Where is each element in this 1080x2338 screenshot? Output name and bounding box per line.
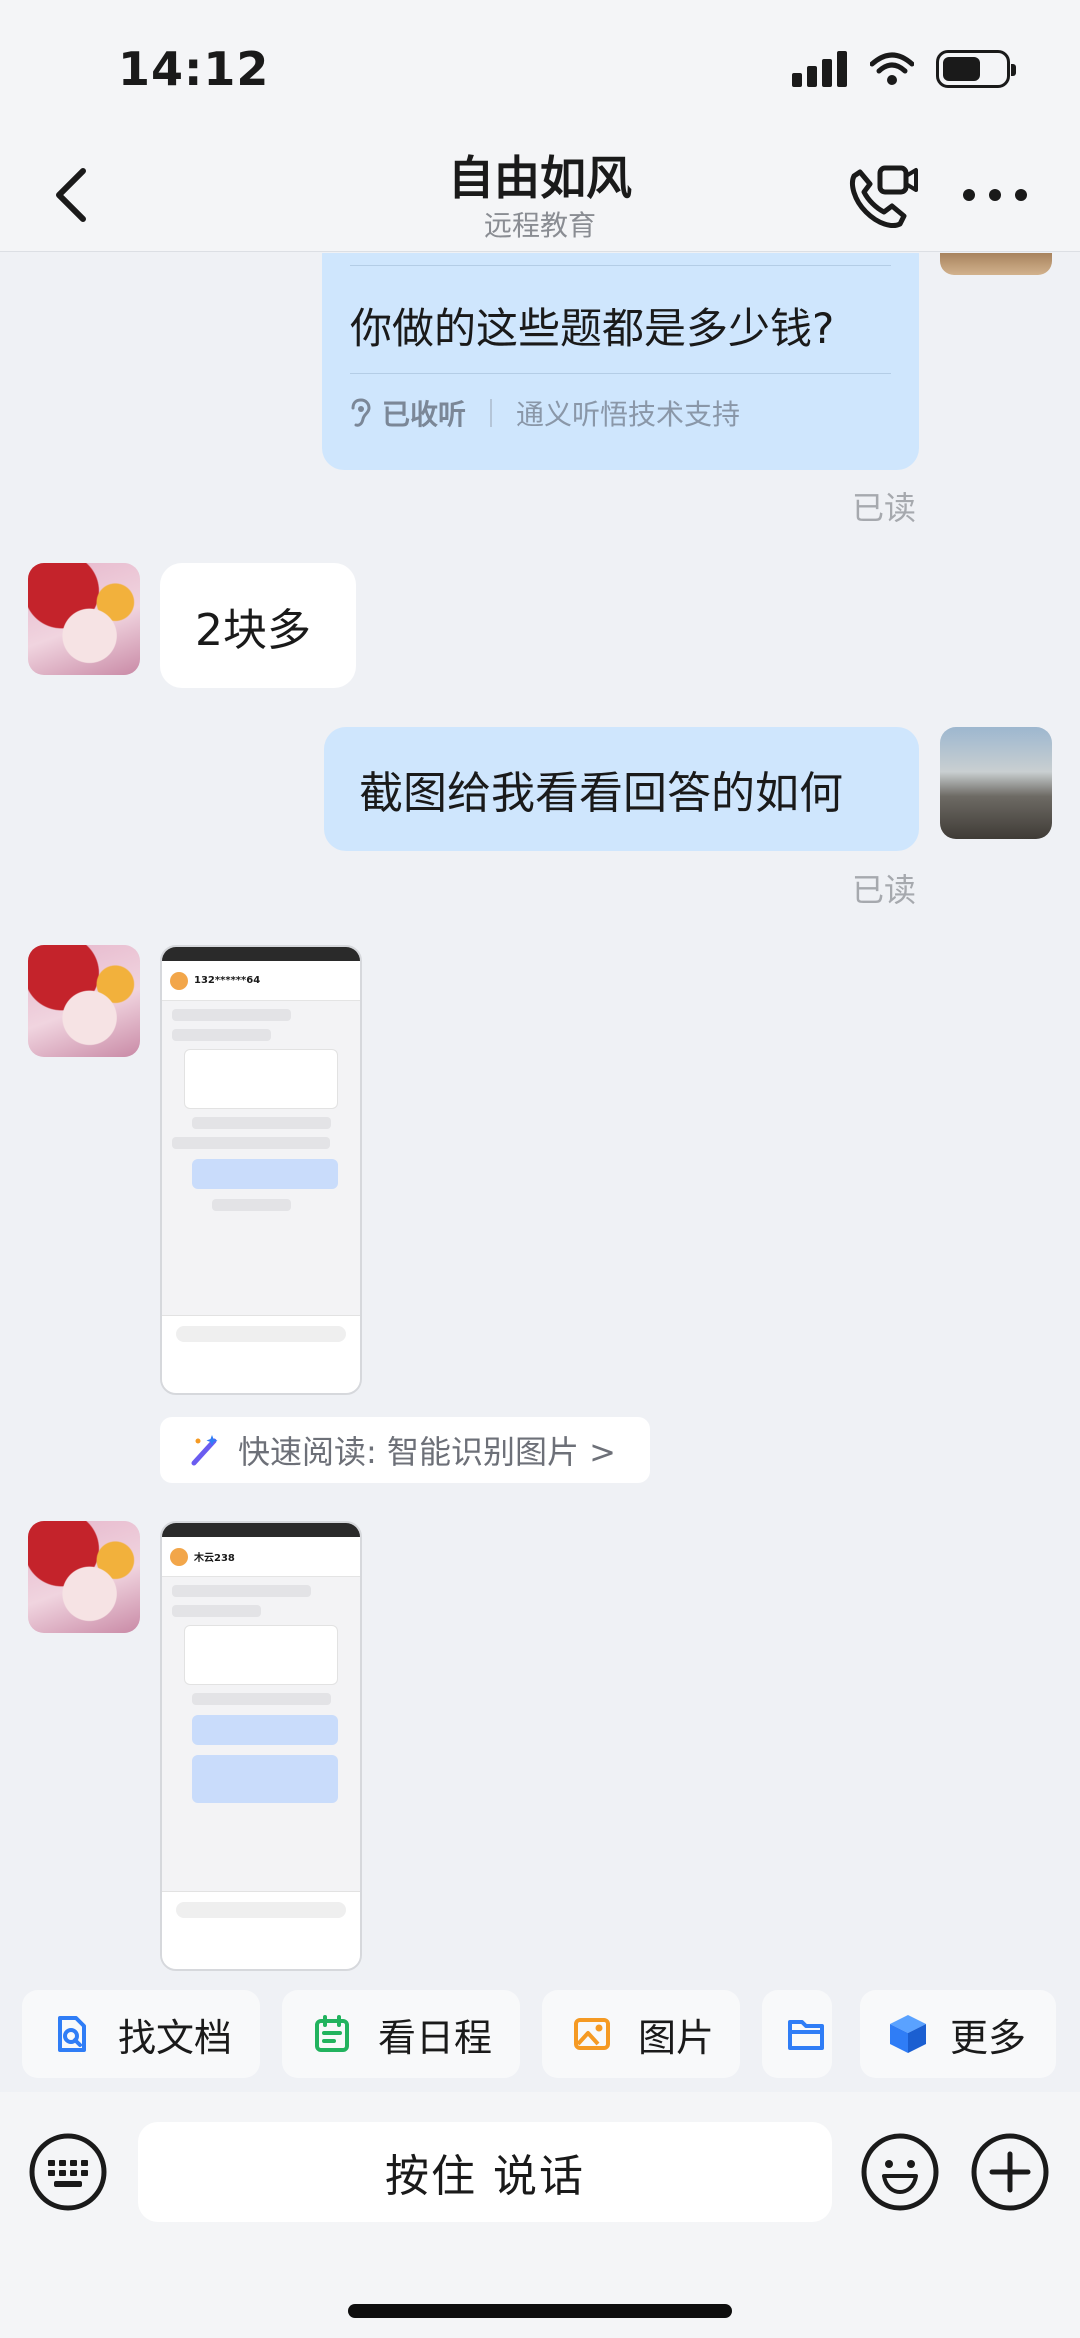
my-avatar-partial[interactable] bbox=[940, 253, 1052, 275]
message-text: 截图给我看看回答的如何 bbox=[359, 768, 843, 819]
quick-action-find-doc[interactable]: 找文档 bbox=[22, 1990, 260, 2078]
shot-line bbox=[172, 1137, 331, 1149]
quick-action-label: 看日程 bbox=[378, 2015, 493, 2060]
quick-action-label: 图片 bbox=[638, 2015, 715, 2060]
shot-header: 132******64 bbox=[162, 961, 360, 1001]
quick-action-image[interactable]: 图片 bbox=[542, 1990, 740, 2078]
hold-to-talk-button[interactable]: 按住 说话 bbox=[138, 2122, 832, 2222]
shot-avatar bbox=[170, 1547, 188, 1566]
add-icon[interactable] bbox=[970, 2132, 1050, 2212]
quick-action-more[interactable]: 更多 bbox=[860, 1990, 1056, 2078]
quick-read-label: 快速阅读: 智能识别图片 > bbox=[238, 1433, 616, 1471]
shot-title: 132******64 bbox=[194, 975, 261, 986]
shot-bubble bbox=[192, 1755, 338, 1803]
quick-action-schedule[interactable]: 看日程 bbox=[282, 1990, 520, 2078]
contact-avatar[interactable] bbox=[28, 945, 140, 1057]
shot-line bbox=[172, 1585, 311, 1597]
message-bubble-sent[interactable]: 截图给我看看回答的如何 bbox=[324, 727, 919, 851]
shot-footer bbox=[162, 1315, 360, 1393]
signal-icon bbox=[792, 51, 847, 87]
image-message-screenshot[interactable]: 木云238 bbox=[160, 1521, 362, 1971]
status-icons bbox=[792, 50, 1016, 88]
heard-status: 已收听 bbox=[382, 398, 467, 431]
shot-line bbox=[192, 1117, 331, 1129]
shot-line bbox=[212, 1199, 292, 1211]
quick-action-folder[interactable] bbox=[762, 1990, 832, 2078]
battery-icon bbox=[936, 50, 1016, 88]
shot-card bbox=[184, 1049, 338, 1109]
tech-support-text: 通义听悟技术支持 bbox=[516, 398, 741, 431]
doc-search-icon bbox=[58, 2016, 86, 2052]
input-bar: 按住 说话 bbox=[0, 2092, 1080, 2338]
chat-header: 自由如风 远程教育 bbox=[0, 140, 1080, 252]
quick-action-label: 找文档 bbox=[118, 2015, 233, 2060]
more-dot bbox=[989, 189, 1001, 201]
image-icon bbox=[574, 2018, 610, 2050]
quick-read-button[interactable]: 快速阅读: 智能识别图片 > bbox=[160, 1417, 650, 1483]
divider bbox=[350, 373, 891, 374]
status-time: 14:12 bbox=[118, 42, 270, 96]
shot-input bbox=[176, 1902, 346, 1918]
shot-footer bbox=[162, 1891, 360, 1969]
quick-action-label: 更多 bbox=[950, 2015, 1027, 2060]
chat-area[interactable]: 你做的这些题都是多少钱? 已收听 通义听悟技术支持 已读 2块多 截图给我看看回… bbox=[0, 253, 1080, 1990]
cube-icon bbox=[890, 2015, 926, 2053]
divider bbox=[350, 265, 891, 266]
read-receipt: 已读 bbox=[852, 489, 917, 527]
shot-input bbox=[176, 1326, 346, 1342]
more-dot bbox=[1015, 189, 1027, 201]
quick-actions-bar: 找文档 看日程 图片 更多 bbox=[0, 1990, 1080, 2090]
voice-controls-partial bbox=[352, 253, 552, 259]
keyboard-icon[interactable] bbox=[28, 2132, 108, 2212]
call-button[interactable] bbox=[840, 158, 920, 234]
shot-bubble bbox=[192, 1715, 338, 1745]
wifi-icon bbox=[870, 52, 914, 85]
home-indicator[interactable] bbox=[348, 2304, 732, 2318]
shot-line bbox=[172, 1029, 271, 1041]
folder-icon bbox=[788, 2020, 824, 2050]
contact-avatar[interactable] bbox=[28, 563, 140, 675]
shot-header: 木云238 bbox=[162, 1537, 360, 1577]
shot-card bbox=[184, 1625, 338, 1685]
shot-avatar bbox=[170, 971, 188, 990]
my-avatar[interactable] bbox=[940, 727, 1052, 839]
more-button[interactable] bbox=[955, 170, 1035, 220]
image-message-screenshot[interactable]: 132******64 bbox=[160, 945, 362, 1395]
shot-status-bar bbox=[162, 1523, 360, 1537]
shot-title: 木云238 bbox=[194, 1553, 235, 1564]
shot-status-bar bbox=[162, 947, 360, 961]
more-dot bbox=[963, 189, 975, 201]
emoji-icon[interactable] bbox=[860, 2132, 940, 2212]
shot-line bbox=[172, 1009, 291, 1021]
message-bubble-received[interactable]: 2块多 bbox=[160, 563, 356, 688]
ear-icon bbox=[351, 398, 371, 427]
separator bbox=[490, 399, 493, 427]
magic-wand-icon bbox=[191, 1435, 218, 1466]
status-bar: 14:12 bbox=[0, 0, 1080, 140]
message-text: 2块多 bbox=[195, 604, 311, 656]
shot-line bbox=[192, 1693, 331, 1705]
calendar-icon bbox=[315, 2015, 349, 2052]
shot-line bbox=[172, 1605, 262, 1617]
phone-video-icon bbox=[850, 165, 918, 228]
contact-avatar[interactable] bbox=[28, 1521, 140, 1633]
shot-bubble bbox=[192, 1159, 338, 1189]
voice-message-bubble[interactable]: 你做的这些题都是多少钱? 已收听 通义听悟技术支持 bbox=[322, 253, 919, 470]
read-receipt: 已读 bbox=[852, 871, 917, 909]
voice-footer: 已收听 通义听悟技术支持 bbox=[350, 393, 740, 433]
voice-transcript: 你做的这些题都是多少钱? bbox=[350, 304, 835, 353]
